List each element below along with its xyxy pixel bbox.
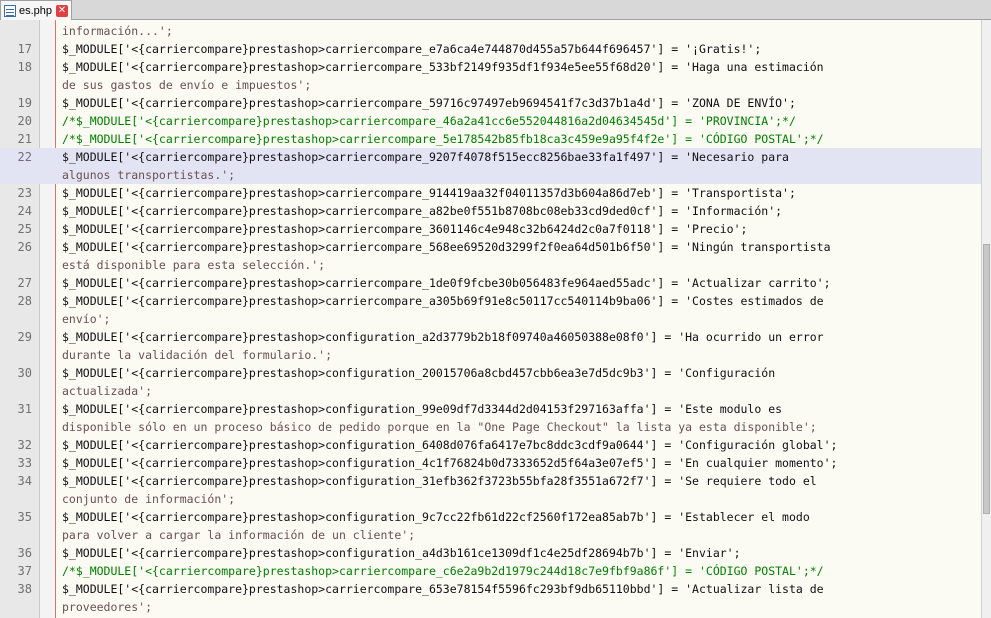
- line-text: durante la validación del formulario.';: [62, 348, 333, 362]
- code-line[interactable]: 29 $_MODULE['<{carriercompare}prestashop>…: [0, 328, 981, 346]
- code-editor[interactable]: información...'; 17 $_MODULE['<{carriercom…: [0, 20, 981, 618]
- line-text: actualizada';: [62, 384, 153, 398]
- line-text: conjunto de información';: [62, 492, 236, 506]
- line-number: 17: [17, 42, 32, 56]
- line-number: 36: [17, 546, 32, 560]
- line-number: 25: [17, 222, 32, 236]
- line-number: 30: [17, 366, 32, 380]
- line-text: $_MODULE['<{carriercompare}prestashop>ca…: [62, 276, 831, 290]
- code-line[interactable]: 17 $_MODULE['<{carriercompare}prestashop>…: [0, 40, 981, 58]
- code-line[interactable]: 36 $_MODULE['<{carriercompare}prestashop>…: [0, 544, 981, 562]
- line-text: información...';: [62, 24, 173, 38]
- line-text: /*$_MODULE['<{carriercompare}prestashop>…: [62, 564, 824, 578]
- line-text: $_MODULE['<{carriercompare}prestashop>co…: [62, 546, 741, 560]
- code-line[interactable]: durante la validación del formulario.';: [0, 346, 981, 364]
- code-line[interactable]: 24 $_MODULE['<{carriercompare}prestashop>…: [0, 202, 981, 220]
- line-number: 23: [17, 186, 32, 200]
- scroll-thumb[interactable]: [983, 244, 990, 514]
- line-number: 28: [17, 294, 32, 308]
- line-text: disponible sólo en un proceso básico de …: [62, 420, 817, 434]
- line-text: $_MODULE['<{carriercompare}prestashop>co…: [62, 456, 838, 470]
- line-number: 26: [17, 240, 32, 254]
- line-number: 34: [17, 474, 32, 488]
- code-line[interactable]: 18 $_MODULE['<{carriercompare}prestashop>…: [0, 58, 981, 76]
- code-line[interactable]: 30 $_MODULE['<{carriercompare}prestashop>…: [0, 364, 981, 382]
- line-text: $_MODULE['<{carriercompare}prestashop>ca…: [62, 222, 748, 236]
- code-line[interactable]: 23 $_MODULE['<{carriercompare}prestashop>…: [0, 184, 981, 202]
- code-line[interactable]: 20 /*$_MODULE['<{carriercompare}prestasho…: [0, 112, 981, 130]
- code-line[interactable]: 35 $_MODULE['<{carriercompare}prestashop>…: [0, 508, 981, 526]
- tab-label: es.php: [19, 4, 53, 17]
- file-icon: [4, 4, 16, 17]
- line-number: 19: [17, 96, 32, 110]
- line-text: $_MODULE['<{carriercompare}prestashop>ca…: [62, 150, 789, 164]
- line-text: $_MODULE['<{carriercompare}prestashop>ca…: [62, 60, 824, 74]
- line-text: $_MODULE['<{carriercompare}prestashop>ca…: [62, 186, 796, 200]
- line-text: para volver a cargar la información de u…: [62, 528, 416, 542]
- tab-bar: es.php ✕: [0, 0, 991, 20]
- line-text: $_MODULE['<{carriercompare}prestashop>co…: [62, 402, 783, 416]
- code-line[interactable]: 28 $_MODULE['<{carriercompare}prestashop>…: [0, 292, 981, 310]
- line-text: proveedores';: [62, 600, 153, 614]
- code-line[interactable]: está disponible para esta selección.';: [0, 256, 981, 274]
- line-text: $_MODULE['<{carriercompare}prestashop>ca…: [62, 294, 824, 308]
- line-text: algunos transportistas.';: [62, 168, 236, 182]
- code-line[interactable]: 37 /*$_MODULE['<{carriercompare}prestasho…: [0, 562, 981, 580]
- line-number: 24: [17, 204, 32, 218]
- line-number: 27: [17, 276, 32, 290]
- line-text: $_MODULE['<{carriercompare}prestashop>co…: [62, 510, 810, 524]
- line-number: 22: [17, 150, 32, 164]
- code-line[interactable]: 26 $_MODULE['<{carriercompare}prestashop>…: [0, 238, 981, 256]
- line-text: está disponible para esta selección.';: [62, 258, 326, 272]
- code-line[interactable]: 27 $_MODULE['<{carriercompare}prestashop>…: [0, 274, 981, 292]
- line-text: $_MODULE['<{carriercompare}prestashop>ca…: [62, 582, 824, 596]
- code-line[interactable]: 34 $_MODULE['<{carriercompare}prestashop>…: [0, 472, 981, 490]
- code-line[interactable]: para volver a cargar la información de u…: [0, 526, 981, 544]
- line-text: envío';: [62, 312, 111, 326]
- line-number: 37: [17, 564, 32, 578]
- code-line[interactable]: de sus gastos de envío e impuestos';: [0, 76, 981, 94]
- close-icon[interactable]: ✕: [56, 4, 68, 17]
- line-number: 32: [17, 438, 32, 452]
- code-line[interactable]: conjunto de información';: [0, 490, 981, 508]
- line-number: 35: [17, 510, 32, 524]
- vertical-scrollbar[interactable]: [981, 20, 991, 618]
- line-text: $_MODULE['<{carriercompare}prestashop>co…: [62, 330, 824, 344]
- line-number: 21: [17, 132, 32, 146]
- code-line[interactable]: información...';: [0, 22, 981, 40]
- code-line[interactable]: envío';: [0, 310, 981, 328]
- code-line[interactable]: 33 $_MODULE['<{carriercompare}prestashop>…: [0, 454, 981, 472]
- line-number: 33: [17, 456, 32, 470]
- line-text: $_MODULE['<{carriercompare}prestashop>co…: [62, 474, 817, 488]
- code-line[interactable]: 22 $_MODULE['<{carriercompare}prestashop>…: [0, 148, 981, 166]
- code-line[interactable]: 38 $_MODULE['<{carriercompare}prestashop>…: [0, 580, 981, 598]
- code-line[interactable]: 19 $_MODULE['<{carriercompare}prestashop>…: [0, 94, 981, 112]
- code-line[interactable]: 32 $_MODULE['<{carriercompare}prestashop>…: [0, 436, 981, 454]
- line-text: $_MODULE['<{carriercompare}prestashop>ca…: [62, 240, 831, 254]
- line-text: /*$_MODULE['<{carriercompare}prestashop>…: [62, 114, 796, 128]
- line-number: 20: [17, 114, 32, 128]
- line-number: 18: [17, 60, 32, 74]
- code-line[interactable]: 31 $_MODULE['<{carriercompare}prestashop>…: [0, 400, 981, 418]
- code-line[interactable]: algunos transportistas.';: [0, 166, 981, 184]
- code-line[interactable]: actualizada';: [0, 382, 981, 400]
- tab-es-php[interactable]: es.php ✕: [0, 0, 72, 20]
- line-text: $_MODULE['<{carriercompare}prestashop>ca…: [62, 204, 783, 218]
- line-text: de sus gastos de envío e impuestos';: [62, 78, 312, 92]
- line-text: /*$_MODULE['<{carriercompare}prestashop>…: [62, 132, 824, 146]
- line-number: 38: [17, 582, 32, 596]
- line-number: 29: [17, 330, 32, 344]
- line-text: $_MODULE['<{carriercompare}prestashop>co…: [62, 438, 838, 452]
- line-text: $_MODULE['<{carriercompare}prestashop>co…: [62, 366, 776, 380]
- code-line[interactable]: 25 $_MODULE['<{carriercompare}prestashop>…: [0, 220, 981, 238]
- code-line[interactable]: proveedores';: [0, 598, 981, 616]
- line-number: 31: [17, 402, 32, 416]
- line-text: $_MODULE['<{carriercompare}prestashop>ca…: [62, 42, 762, 56]
- code-line[interactable]: 21 /*$_MODULE['<{carriercompare}prestasho…: [0, 130, 981, 148]
- code-line[interactable]: disponible sólo en un proceso básico de …: [0, 418, 981, 436]
- line-text: $_MODULE['<{carriercompare}prestashop>ca…: [62, 96, 796, 110]
